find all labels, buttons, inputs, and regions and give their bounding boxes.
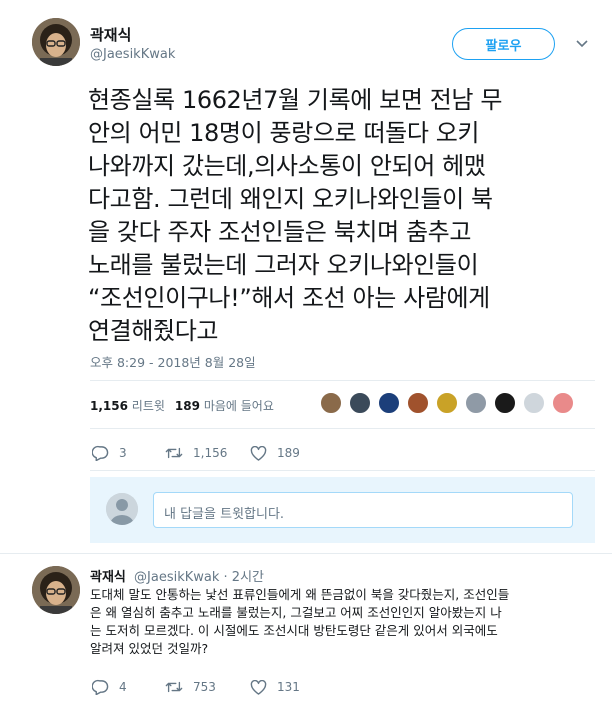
reply-icon — [92, 445, 109, 461]
reply-composer: 내 답글을 트윗합니다. — [90, 477, 595, 543]
reply-header: 곽재식 @JaesikKwak · 2시간 — [90, 566, 264, 585]
divider — [90, 428, 595, 429]
retweet-count: 753 — [193, 680, 216, 694]
like-action[interactable]: 189 — [250, 445, 300, 461]
tweet-text-line: 연결해줬다고 — [88, 317, 219, 345]
reply-author-name[interactable]: 곽재식 — [90, 570, 126, 585]
reply-author-handle[interactable]: @JaesikKwak — [134, 570, 219, 585]
likes-stat-label: 마음에 들어요 — [203, 399, 274, 413]
liker-avatar[interactable] — [494, 392, 516, 414]
retweet-count: 1,156 — [193, 446, 228, 460]
reply-text: 도대체 말도 안통하는 낯선 표류인들에게 왜 뜬금없이 북을 갖다줬는지, 조… — [90, 586, 600, 658]
reply-text-line: 알려져 있었던 것일까? — [90, 641, 209, 656]
likes-stat-count: 189 — [174, 399, 200, 413]
divider — [90, 470, 595, 471]
liker-avatar[interactable] — [349, 392, 371, 414]
retweet-action[interactable]: 1,156 — [165, 446, 250, 460]
tweet-text: 현종실록 1662년7월 기록에 보면 전남 무 안의 어민 18명이 풍랑으로… — [88, 84, 598, 348]
liker-avatar[interactable] — [465, 392, 487, 414]
user-avatar — [106, 493, 138, 525]
tweet-stats: 1,156 리트윗 189 마음에 들어요 — [90, 397, 284, 414]
tweet-timestamp[interactable]: 오후 8:29 - 2018년 8월 28일 — [90, 352, 256, 371]
liker-avatar[interactable] — [436, 392, 458, 414]
reply-author-avatar[interactable] — [32, 566, 80, 614]
reply-icon — [92, 679, 109, 695]
reply-text-line: 는 도저히 모르겠다. 이 시절에도 조선시대 방탄도령단 같은게 있어서 외국… — [90, 623, 498, 638]
tweet-text-line: 을 갖다 주자 조선인들은 북치며 춤추고 — [88, 218, 472, 246]
author-name[interactable]: 곽재식 — [90, 24, 131, 45]
tweet-actions: 3 1,156 189 — [92, 445, 300, 461]
reply-action[interactable]: 3 — [92, 445, 165, 461]
reply-text-line: 은 왜 열심히 춤추고 노래를 불렀는지, 그걸보고 어찌 조선인인지 알아봤는… — [90, 605, 502, 620]
like-action[interactable]: 131 — [250, 679, 300, 695]
tweet-text-line: 다고함. 그런데 왜인지 오키나와인들이 북 — [88, 185, 493, 213]
tweet-text-line: 현종실록 1662년7월 기록에 보면 전남 무 — [88, 86, 503, 114]
liker-avatar[interactable] — [407, 392, 429, 414]
retweets-stat-label: 리트윗 — [131, 399, 165, 413]
reply-count: 3 — [119, 446, 127, 460]
like-count: 189 — [277, 446, 300, 460]
retweet-icon — [165, 447, 183, 459]
liker-avatar[interactable] — [378, 392, 400, 414]
retweets-stat[interactable]: 1,156 리트윗 — [90, 397, 165, 414]
reply-text-line: 도대체 말도 안통하는 낯선 표류인들에게 왜 뜬금없이 북을 갖다줬는지, 조… — [90, 587, 510, 602]
author-avatar[interactable] — [32, 18, 80, 66]
liker-avatar[interactable] — [523, 392, 545, 414]
retweet-icon — [165, 681, 183, 693]
heart-icon — [250, 445, 267, 461]
likes-stat[interactable]: 189 마음에 들어요 — [175, 397, 274, 414]
tweet-text-line: 나와까지 갔는데,의사소통이 안되어 헤맸 — [88, 152, 486, 180]
tweet-text-line: 안의 어민 18명이 풍랑으로 떠돌다 오키 — [88, 119, 480, 147]
reply-actions: 4 753 131 — [92, 679, 300, 695]
reply-input[interactable]: 내 답글을 트윗합니다. — [153, 492, 573, 528]
liker-avatar[interactable] — [320, 392, 342, 414]
tweet-text-line: “조선인이구나!”해서 조선 아는 사람에게 — [88, 284, 490, 312]
divider — [0, 553, 612, 554]
reply-count: 4 — [119, 680, 127, 694]
reply-time[interactable]: · 2시간 — [224, 570, 264, 585]
chevron-down-icon[interactable] — [575, 36, 589, 50]
reply-action[interactable]: 4 — [92, 679, 165, 695]
heart-icon — [250, 679, 267, 695]
tweet-text-line: 노래를 불렀는데 그러자 오키나와인들이 — [88, 251, 479, 279]
author-handle[interactable]: @JaesikKwak — [90, 47, 175, 62]
retweet-action[interactable]: 753 — [165, 680, 250, 694]
like-count: 131 — [277, 680, 300, 694]
follow-button[interactable]: 팔로우 — [452, 28, 555, 60]
liker-avatar[interactable] — [552, 392, 574, 414]
retweets-stat-count: 1,156 — [90, 399, 128, 413]
divider — [90, 380, 595, 381]
